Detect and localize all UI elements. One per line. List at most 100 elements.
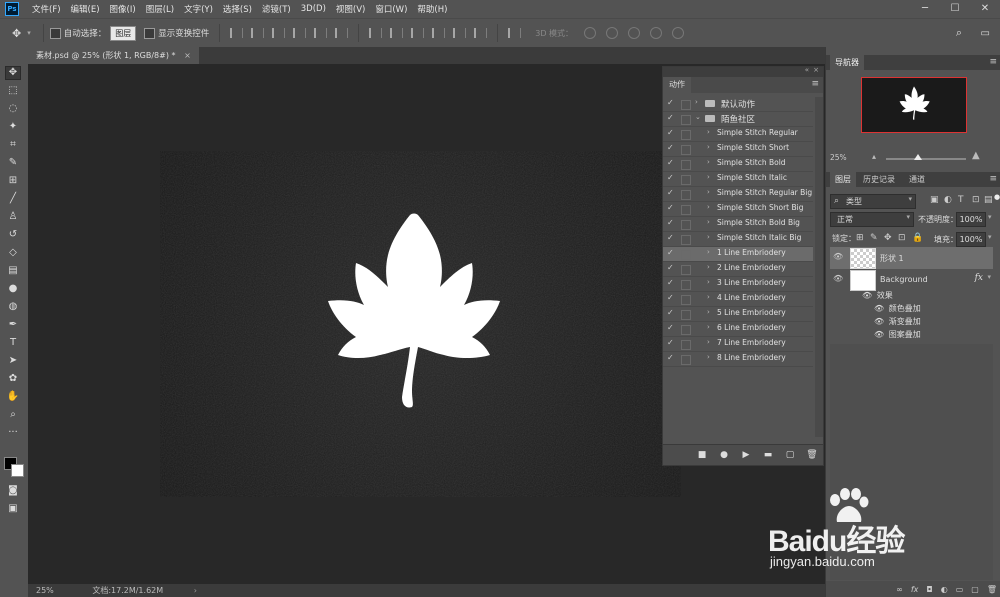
- maximize-button[interactable]: ☐: [940, 0, 970, 18]
- action-row[interactable]: ✓ › Simple Stitch Regular: [663, 127, 813, 142]
- checkmark-icon[interactable]: ✓: [667, 113, 675, 122]
- pen-tool-icon[interactable]: ✒: [6, 319, 20, 331]
- distribute-vcenter-icon[interactable]: [390, 28, 404, 38]
- zoom-out-icon[interactable]: ▴: [872, 152, 876, 161]
- lock-artboard-icon[interactable]: ⊡: [898, 233, 906, 243]
- auto-select-checkbox[interactable]: [49, 27, 61, 39]
- new-layer-icon[interactable]: ▢: [971, 585, 979, 594]
- dialog-toggle-box[interactable]: [681, 160, 691, 170]
- shape-tool-icon[interactable]: ✿: [6, 373, 20, 385]
- checkmark-icon[interactable]: ✓: [667, 188, 675, 197]
- chevron-down-icon[interactable]: ⌄: [695, 113, 701, 121]
- tab-actions[interactable]: 动作: [663, 77, 691, 93]
- close-tab-icon[interactable]: ×: [184, 51, 191, 60]
- chevron-right-icon[interactable]: ›: [707, 233, 710, 241]
- tab-navigator[interactable]: 导航器: [830, 55, 864, 70]
- new-group-icon[interactable]: ▭: [956, 585, 964, 594]
- checkmark-icon[interactable]: ✓: [667, 233, 675, 242]
- chevron-right-icon[interactable]: ›: [707, 353, 710, 361]
- distribute-hcenter-icon[interactable]: [453, 28, 467, 38]
- filter-shape-icon[interactable]: ⊡: [972, 195, 980, 205]
- collapse-icon[interactable]: «: [805, 66, 809, 74]
- marquee-tool-icon[interactable]: ⬚: [6, 85, 20, 97]
- chevron-right-icon[interactable]: ›: [707, 143, 710, 151]
- chevron-right-icon[interactable]: ›: [707, 338, 710, 346]
- distribute-right-icon[interactable]: [474, 28, 488, 38]
- chevron-down-icon[interactable]: ▾: [988, 233, 992, 241]
- dialog-toggle-box[interactable]: [681, 145, 691, 155]
- action-row[interactable]: ✓ › 2 Line Embriodery: [663, 262, 813, 277]
- checkmark-icon[interactable]: ✓: [667, 143, 675, 152]
- filter-type-icon[interactable]: T: [958, 195, 964, 205]
- chevron-down-icon[interactable]: ▾: [988, 213, 992, 221]
- slide-3d-icon[interactable]: [650, 27, 663, 39]
- dialog-toggle-box[interactable]: [681, 325, 691, 335]
- blend-mode-dropdown[interactable]: 正常 ▾: [830, 212, 914, 227]
- layer-row-background[interactable]: 👁 Background fx ▾: [830, 269, 993, 291]
- chevron-right-icon[interactable]: ›: [707, 263, 710, 271]
- move-tool-icon[interactable]: ✥: [12, 27, 21, 40]
- filter-toggle-icon[interactable]: ●: [994, 193, 1000, 201]
- link-layers-icon[interactable]: ∞: [896, 585, 903, 594]
- filter-smart-icon[interactable]: ▤: [984, 195, 993, 205]
- checkmark-icon[interactable]: ✓: [667, 98, 675, 107]
- auto-select-dropdown[interactable]: 图层: [110, 25, 137, 41]
- menu-edit[interactable]: 编辑(E): [66, 3, 105, 15]
- blur-tool-icon[interactable]: ●: [6, 283, 20, 295]
- visibility-eye-icon[interactable]: 👁: [833, 252, 843, 261]
- checkmark-icon[interactable]: ✓: [667, 323, 675, 332]
- tab-channels[interactable]: 通道: [904, 172, 930, 187]
- chevron-right-icon[interactable]: ›: [707, 293, 710, 301]
- delete-layer-icon[interactable]: 🗑: [987, 585, 997, 594]
- checkmark-icon[interactable]: ✓: [667, 173, 675, 182]
- workspace-icon[interactable]: ▭: [981, 28, 990, 39]
- new-action-button[interactable]: ▢: [783, 450, 797, 460]
- action-row[interactable]: ✓ › Simple Stitch Bold Big: [663, 217, 813, 232]
- effect-row-color-overlay[interactable]: 👁 颜色叠加: [874, 303, 921, 316]
- dialog-toggle-box[interactable]: [681, 235, 691, 245]
- stop-button[interactable]: ■: [695, 450, 709, 460]
- align-vcenter-icon[interactable]: [251, 28, 265, 38]
- dialog-toggle-box[interactable]: [681, 100, 691, 110]
- chevron-right-icon[interactable]: ›: [707, 218, 710, 226]
- checkmark-icon[interactable]: ✓: [667, 338, 675, 347]
- chevron-right-icon[interactable]: ›: [707, 323, 710, 331]
- distribute-top-icon[interactable]: [369, 28, 383, 38]
- navigator-thumbnail[interactable]: [861, 77, 967, 133]
- zoom-tool-icon[interactable]: ⌕: [6, 409, 20, 421]
- chevron-right-icon[interactable]: ›: [695, 98, 698, 106]
- search-icon[interactable]: ⌕: [956, 26, 962, 40]
- layer-name[interactable]: 形状 1: [880, 253, 904, 264]
- distribute-bottom-icon[interactable]: [411, 28, 425, 38]
- dialog-toggle-box[interactable]: [681, 310, 691, 320]
- action-row[interactable]: ✓ › 6 Line Embriodery: [663, 322, 813, 337]
- align-bottom-icon[interactable]: [272, 28, 286, 38]
- chevron-right-icon[interactable]: ›: [707, 128, 710, 136]
- more-tools-icon[interactable]: ···: [6, 427, 20, 439]
- move-tool-icon[interactable]: ✥: [5, 66, 21, 80]
- tab-history[interactable]: 历史记录: [858, 172, 900, 187]
- chevron-right-icon[interactable]: ›: [194, 586, 197, 595]
- type-tool-icon[interactable]: T: [6, 337, 20, 349]
- chevron-right-icon[interactable]: ›: [707, 203, 710, 211]
- action-row[interactable]: ✓ › Simple Stitch Short: [663, 142, 813, 157]
- auto-align-icon[interactable]: [508, 28, 522, 38]
- action-set-row[interactable]: ✓ › 默认动作: [663, 97, 813, 112]
- chevron-right-icon[interactable]: ›: [707, 188, 710, 196]
- actions-scrollbar[interactable]: [815, 97, 823, 437]
- visibility-eye-icon[interactable]: 👁: [874, 330, 884, 339]
- lasso-tool-icon[interactable]: ◌: [6, 103, 20, 115]
- dodge-tool-icon[interactable]: ◍: [6, 301, 20, 313]
- fx-indicator[interactable]: fx: [975, 273, 983, 283]
- dialog-toggle-box[interactable]: [681, 250, 691, 260]
- checkmark-icon[interactable]: ✓: [667, 308, 675, 317]
- eraser-tool-icon[interactable]: ◇: [6, 247, 20, 259]
- dialog-toggle-box[interactable]: [681, 190, 691, 200]
- visibility-eye-icon[interactable]: 👁: [874, 317, 884, 326]
- screen-mode-icon[interactable]: ▣: [6, 503, 20, 515]
- align-top-icon[interactable]: [230, 28, 244, 38]
- chevron-right-icon[interactable]: ›: [707, 248, 710, 256]
- menu-layer[interactable]: 图层(L): [141, 3, 179, 15]
- delete-action-button[interactable]: 🗑: [805, 450, 819, 460]
- history-brush-tool-icon[interactable]: ↺: [6, 229, 20, 241]
